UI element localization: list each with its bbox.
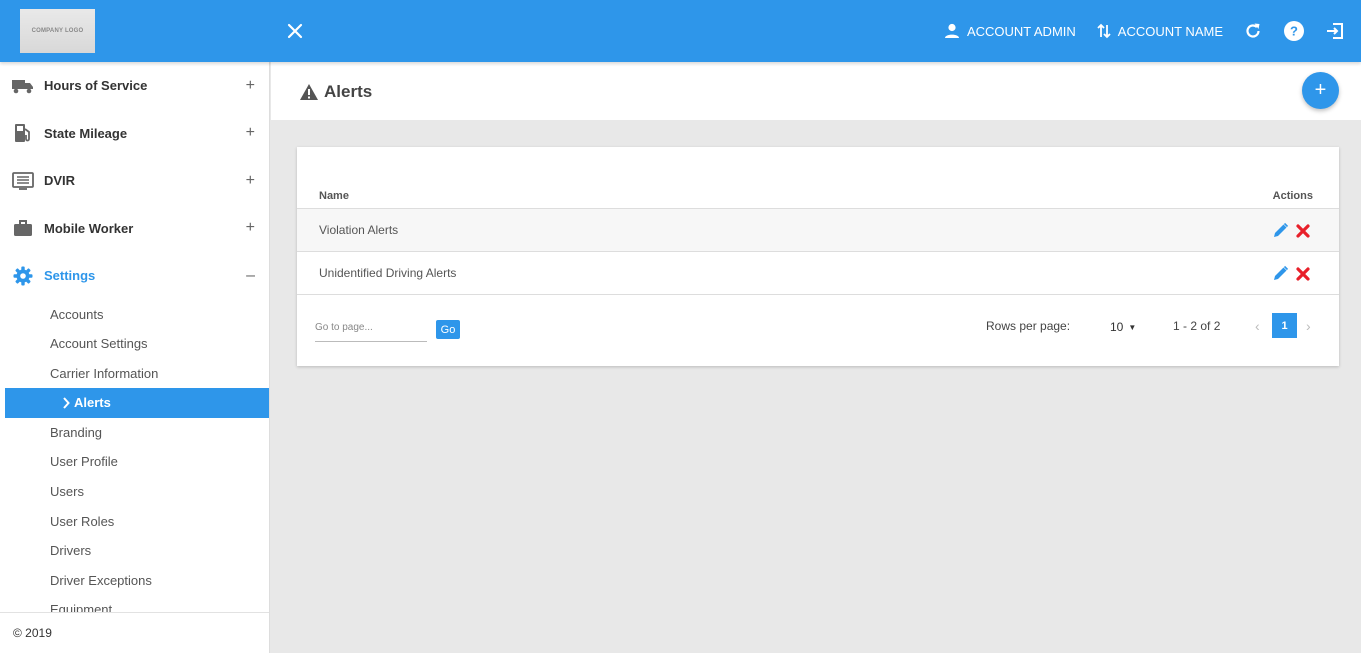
account-name-button[interactable]: ACCOUNT NAME [1096, 22, 1223, 40]
logout-icon[interactable] [1325, 21, 1345, 41]
truck-icon [12, 75, 34, 97]
company-logo[interactable]: COMPANY LOGO [20, 9, 95, 53]
table-row[interactable]: Violation Alerts [297, 208, 1339, 251]
top-bar: COMPANY LOGO ACCOUNT ADMIN ACCOUNT NAME … [0, 0, 1361, 62]
row-actions [1266, 222, 1311, 239]
expand-icon[interactable]: + [246, 219, 255, 237]
collapse-icon[interactable]: – [246, 267, 255, 285]
sidebar-subitem-drivers[interactable]: Drivers [0, 536, 269, 566]
row-actions [1266, 265, 1311, 282]
sidebar-item-hours-of-service[interactable]: Hours of Service + [0, 62, 269, 110]
account-admin-button[interactable]: ACCOUNT ADMIN [943, 22, 1076, 40]
page-number-button[interactable]: 1 [1272, 313, 1297, 338]
caret-down-icon: ▼ [1128, 322, 1137, 332]
rows-per-page-label: Rows per page: [986, 319, 1071, 333]
sidebar-item-state-mileage[interactable]: State Mileage + [0, 110, 269, 158]
rows-per-page-value: 10 [1110, 320, 1124, 334]
chevron-right-icon [61, 388, 71, 429]
sidebar-subitem-driver-exceptions[interactable]: Driver Exceptions [0, 566, 269, 596]
sidebar-subitem-user-profile[interactable]: User Profile [0, 447, 269, 477]
page-title: Alerts [299, 82, 372, 102]
gear-icon [12, 265, 34, 287]
edit-icon[interactable] [1272, 222, 1289, 239]
sidebar-item-mobile-worker[interactable]: Mobile Worker + [0, 205, 269, 253]
delete-icon[interactable] [1295, 266, 1311, 282]
expand-icon[interactable]: + [246, 77, 255, 95]
sidebar-item-settings[interactable]: Settings – [0, 252, 269, 300]
sidebar-item-dvir[interactable]: DVIR + [0, 157, 269, 205]
gas-station-icon [12, 122, 34, 144]
column-header-name[interactable]: Name [319, 190, 349, 202]
pagination-range: 1 - 2 of 2 [1173, 319, 1221, 333]
list-monitor-icon [12, 170, 34, 192]
edit-icon[interactable] [1272, 265, 1289, 282]
go-button[interactable]: Go [436, 320, 460, 339]
swap-icon [1097, 23, 1111, 39]
copyright-footer: © 2019 [0, 612, 269, 653]
sidebar-subitem-account-settings[interactable]: Account Settings [0, 329, 269, 359]
previous-page-button[interactable]: ‹ [1255, 318, 1260, 334]
sidebar-subitem-carrier-information[interactable]: Carrier Information [0, 359, 269, 389]
table-bottom-divider [297, 294, 1339, 295]
warning-icon [300, 84, 318, 100]
sidebar-item-label: Mobile Worker [44, 220, 134, 236]
delete-icon[interactable] [1295, 223, 1311, 239]
table-header: Name Actions [297, 188, 1339, 209]
sidebar-item-label: Hours of Service [44, 78, 148, 94]
account-admin-label: ACCOUNT ADMIN [966, 23, 1076, 39]
add-alert-button[interactable]: + [1302, 72, 1339, 109]
sidebar-subitem-branding[interactable]: Branding [0, 418, 269, 448]
sidebar-item-label: DVIR [44, 173, 76, 189]
page-title-text: Alerts [324, 82, 373, 101]
close-icon[interactable] [284, 20, 306, 42]
alert-name-cell: Violation Alerts [319, 223, 399, 237]
sidebar-subitem-accounts[interactable]: Accounts [0, 300, 269, 330]
column-header-actions: Actions [1272, 190, 1313, 202]
svg-text:?: ? [1290, 24, 1298, 39]
user-icon [944, 23, 959, 38]
sidebar-item-label: State Mileage [44, 125, 128, 141]
sidebar-item-label: Settings [44, 268, 96, 284]
expand-icon[interactable]: + [246, 172, 255, 190]
next-page-button[interactable]: › [1306, 318, 1311, 334]
help-icon[interactable]: ? [1283, 20, 1305, 42]
account-name-label: ACCOUNT NAME [1117, 23, 1223, 39]
briefcase-icon [12, 217, 34, 239]
goto-page-input[interactable]: Go to page... [315, 322, 427, 342]
table-row[interactable]: Unidentified Driving Alerts [297, 251, 1339, 294]
alert-name-cell: Unidentified Driving Alerts [319, 266, 457, 280]
top-right-menu: ACCOUNT ADMIN ACCOUNT NAME ? [923, 0, 1345, 62]
sidebar-subitem-users[interactable]: Users [0, 477, 269, 507]
refresh-icon[interactable] [1243, 21, 1263, 41]
expand-icon[interactable]: + [246, 124, 255, 142]
page-header: Alerts + [271, 62, 1361, 120]
sidebar: Hours of Service + State Mileage + DVIR … [0, 62, 270, 653]
settings-submenu: Accounts Account Settings Carrier Inform… [0, 300, 269, 626]
alerts-table-card: Name Actions Violation Alerts Unidentifi… [297, 147, 1339, 366]
sidebar-subitem-user-roles[interactable]: User Roles [0, 507, 269, 537]
rows-per-page-select[interactable]: 10 ▼ [1110, 320, 1136, 334]
sidebar-subitem-alerts[interactable]: Alerts [5, 388, 269, 418]
